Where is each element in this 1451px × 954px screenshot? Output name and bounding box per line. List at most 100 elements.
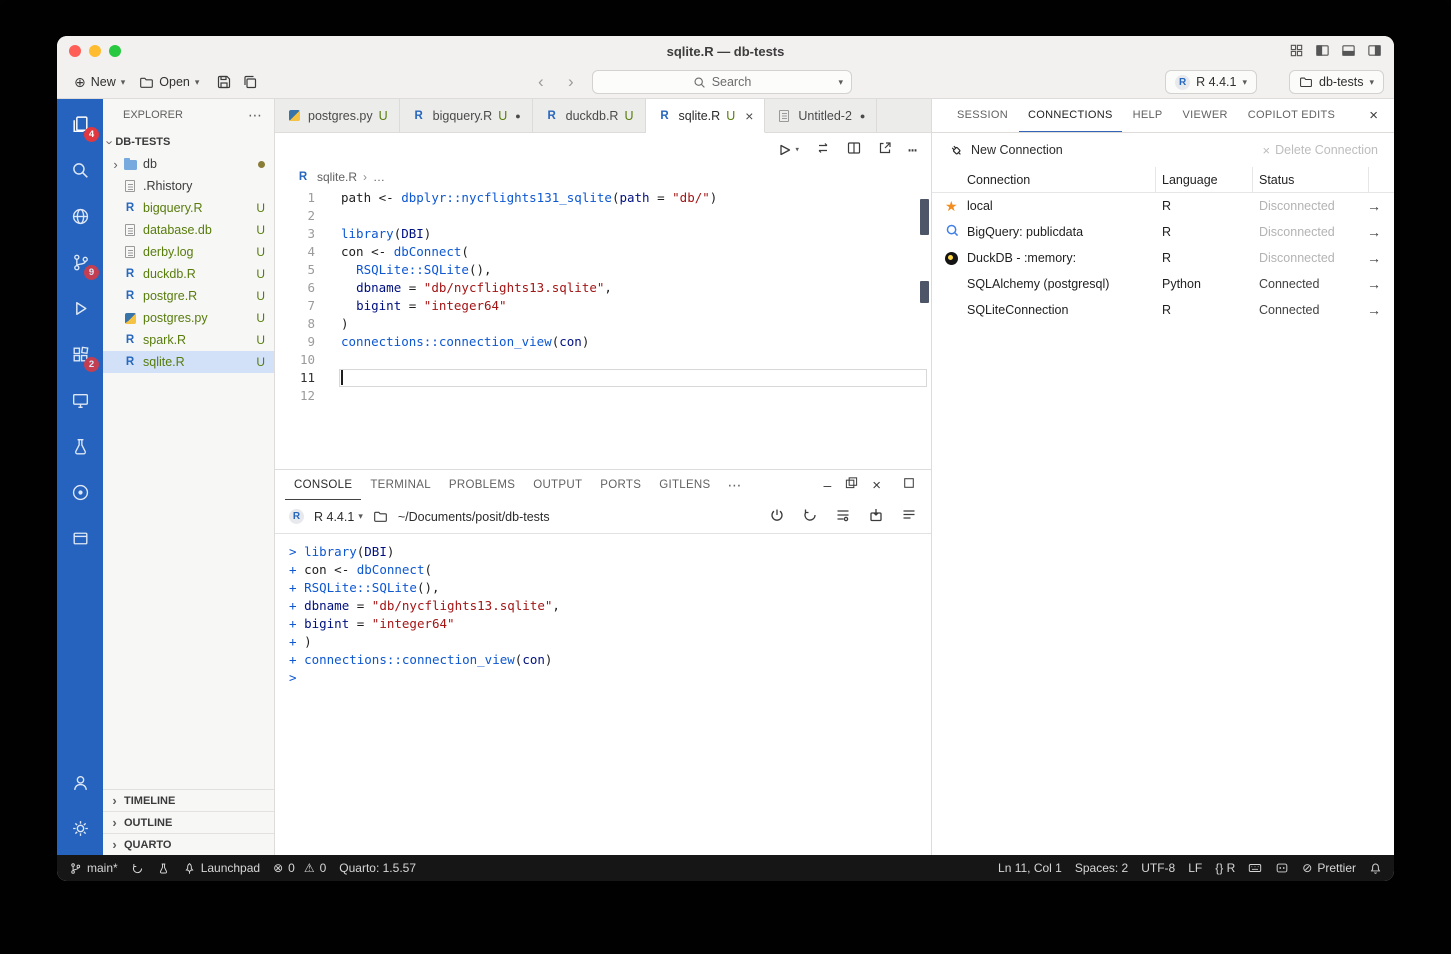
panel-tab-gitlens[interactable]: GITLENS: [650, 470, 719, 500]
panel-tab-terminal[interactable]: TERMINAL: [361, 470, 440, 500]
tab-session[interactable]: SESSION: [948, 99, 1017, 132]
close-panel-icon[interactable]: ×: [1361, 99, 1386, 132]
code-line-10[interactable]: 10: [275, 351, 927, 369]
language-mode[interactable]: {} R: [1215, 861, 1235, 875]
close-window-button[interactable]: [69, 45, 81, 57]
forward-icon[interactable]: ›: [568, 71, 574, 93]
tree-item-derby.log[interactable]: derby.logU: [103, 241, 274, 263]
tree-item-db[interactable]: ›db: [103, 153, 274, 175]
code-line-7[interactable]: 7 bigint = "integer64": [275, 297, 927, 315]
sync-button[interactable]: [131, 862, 144, 875]
settings-gear-icon[interactable]: [57, 805, 103, 851]
extensions-icon[interactable]: 2: [57, 331, 103, 377]
tree-item-postgres.py[interactable]: postgres.pyU: [103, 307, 274, 329]
keyboard-shortcuts-icon[interactable]: [1248, 861, 1262, 875]
experiments-button[interactable]: [157, 862, 170, 875]
testing-icon[interactable]: [57, 423, 103, 469]
sessions-icon[interactable]: [57, 193, 103, 239]
explorer-icon[interactable]: 4: [57, 101, 103, 147]
indentation-status[interactable]: Spaces: 2: [1075, 861, 1128, 875]
tab-duckdb.r[interactable]: Rduckdb.RU: [533, 99, 646, 132]
connection-row-bigquery-publicdata[interactable]: BigQuery: publicdataRDisconnected→: [932, 219, 1394, 245]
git-branch-status[interactable]: main*: [69, 861, 118, 875]
tree-item-database.db[interactable]: database.dbU: [103, 219, 274, 241]
code-line-3[interactable]: 3library(DBI): [275, 225, 927, 243]
tab-copilot-edits[interactable]: COPILOT EDITS: [1239, 99, 1344, 132]
tab-viewer[interactable]: VIEWER: [1174, 99, 1237, 132]
copilot-icon[interactable]: [1275, 861, 1289, 875]
breadcrumb[interactable]: R sqlite.R › …: [295, 169, 385, 185]
save-all-button[interactable]: [242, 74, 258, 90]
new-connection-button[interactable]: New Connection: [948, 142, 1063, 158]
source-file-icon[interactable]: [815, 140, 831, 160]
save-button[interactable]: [216, 74, 232, 90]
minimize-window-button[interactable]: [89, 45, 101, 57]
open-connection-icon[interactable]: →: [1354, 250, 1394, 266]
help-icon[interactable]: [57, 469, 103, 515]
search-input[interactable]: Search ▾: [592, 70, 852, 94]
connection-row-duckdb-memory-[interactable]: DuckDB - :memory:RDisconnected→: [932, 245, 1394, 271]
tab-untitled-2[interactable]: Untitled-2●: [765, 99, 877, 132]
sidebar-section-outline[interactable]: ›OUTLINE: [103, 811, 274, 833]
panel-tab-output[interactable]: OUTPUT: [524, 470, 591, 500]
toggle-sidebar-icon[interactable]: [1315, 43, 1330, 58]
open-connection-icon[interactable]: →: [1354, 276, 1394, 292]
tab-bigquery.r[interactable]: Rbigquery.RU●: [400, 99, 533, 132]
clear-console-icon[interactable]: [901, 507, 917, 526]
open-connection-icon[interactable]: →: [1354, 302, 1394, 318]
tree-item-duckdb.r[interactable]: Rduckdb.RU: [103, 263, 274, 285]
project-selector[interactable]: db-tests ▾: [1289, 70, 1384, 94]
connection-row-sqlalchemy-postgresql-[interactable]: SQLAlchemy (postgresql)PythonConnected→: [932, 271, 1394, 297]
scrollbar-mark[interactable]: [920, 281, 929, 303]
source-control-icon[interactable]: 9: [57, 239, 103, 285]
code-line-5[interactable]: 5 RSQLite::SQLite(),: [275, 261, 927, 279]
tab-postgres.py[interactable]: postgres.pyU: [275, 99, 400, 132]
new-button[interactable]: ⊕ New ▾: [67, 72, 132, 92]
launchpad-button[interactable]: Launchpad: [183, 861, 260, 875]
connection-row-local[interactable]: ★localRDisconnected→: [932, 193, 1394, 219]
open-connection-icon[interactable]: →: [1354, 224, 1394, 240]
working-directory[interactable]: ~/Documents/posit/db-tests: [398, 510, 550, 524]
cursor-position[interactable]: Ln 11, Col 1: [998, 861, 1062, 875]
maximize-panel-icon[interactable]: [903, 476, 915, 494]
console-output[interactable]: > library(DBI)+ con <- dbConnect(+ RSQLi…: [275, 534, 931, 855]
remote-explorer-icon[interactable]: [57, 377, 103, 423]
restart-icon[interactable]: [802, 507, 818, 526]
close-tab-icon[interactable]: ×: [745, 108, 753, 124]
panel-tab-ports[interactable]: PORTS: [591, 470, 650, 500]
toggle-secondary-sidebar-icon[interactable]: [1367, 43, 1382, 58]
tree-item-bigquery.r[interactable]: Rbigquery.RU: [103, 197, 274, 219]
quarto-version[interactable]: Quarto: 1.5.57: [339, 861, 416, 875]
export-console-icon[interactable]: [868, 507, 884, 526]
problems-status[interactable]: ⊗ 0 ⚠ 0: [273, 861, 326, 875]
sidebar-section-timeline[interactable]: ›TIMELINE: [103, 789, 274, 811]
back-icon[interactable]: ‹: [538, 71, 544, 93]
more-actions-icon[interactable]: ⋯: [248, 107, 262, 124]
open-external-icon[interactable]: [877, 140, 893, 160]
open-button[interactable]: Open ▾: [132, 72, 206, 93]
run-button[interactable]: ▾: [776, 142, 800, 158]
tab-sqlite.r[interactable]: Rsqlite.RU×: [646, 99, 766, 133]
scrollbar-mark[interactable]: [920, 199, 929, 235]
panel-tab-problems[interactable]: PROBLEMS: [440, 470, 524, 500]
tree-item-spark.r[interactable]: Rspark.RU: [103, 329, 274, 351]
split-editor-icon[interactable]: [846, 140, 862, 160]
editor[interactable]: ▾ ⋯ R sqlite.R › … 1path <- dbplyr::nycf…: [275, 133, 931, 469]
code-line-8[interactable]: 8): [275, 315, 927, 333]
panel-tab-console[interactable]: CONSOLE: [285, 470, 361, 500]
run-debug-icon[interactable]: [57, 285, 103, 331]
zoom-window-button[interactable]: [109, 45, 121, 57]
search-icon[interactable]: [57, 147, 103, 193]
restore-panel-icon[interactable]: [845, 476, 858, 494]
code-line-12[interactable]: 12: [275, 387, 927, 405]
more-actions-icon[interactable]: ⋯: [908, 141, 917, 159]
notifications-bell-icon[interactable]: [1369, 862, 1382, 875]
tab-help[interactable]: HELP: [1124, 99, 1172, 132]
tab-connections[interactable]: CONNECTIONS: [1019, 99, 1122, 132]
connection-row-sqliteconnection[interactable]: SQLiteConnectionRConnected→: [932, 297, 1394, 323]
code-line-11[interactable]: 11: [275, 369, 927, 387]
eol-status[interactable]: LF: [1188, 861, 1202, 875]
account-icon[interactable]: [57, 759, 103, 805]
encoding-status[interactable]: UTF-8: [1141, 861, 1175, 875]
prettier-status[interactable]: ⊘ Prettier: [1302, 861, 1356, 875]
